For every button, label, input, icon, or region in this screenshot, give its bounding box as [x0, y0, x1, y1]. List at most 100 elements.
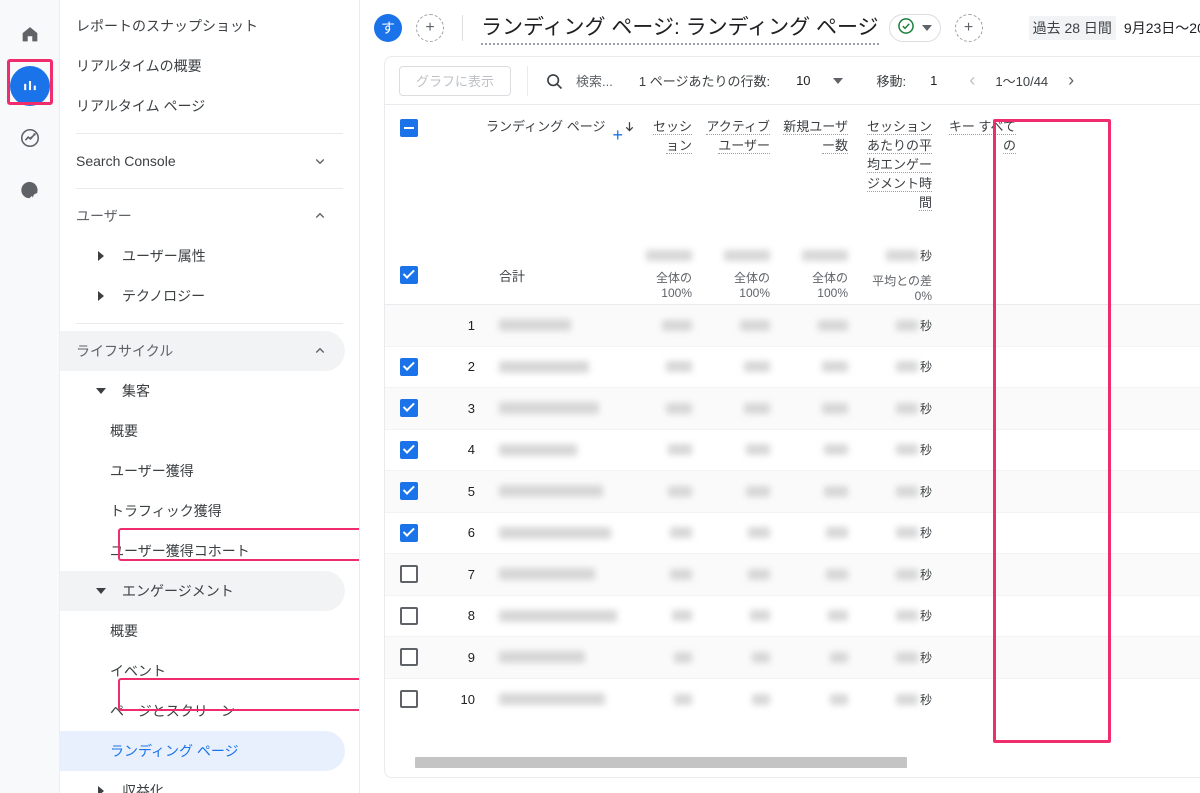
- row-index: 3: [467, 400, 475, 416]
- row-index: 2: [467, 359, 475, 375]
- chevron-up-icon: [311, 342, 329, 360]
- table-row[interactable]: 6 秒: [385, 513, 1200, 554]
- data-validity-chip[interactable]: [888, 14, 941, 42]
- redacted-value: [744, 361, 770, 373]
- add-comparison-button[interactable]: +: [416, 14, 444, 42]
- redacted-value: [666, 402, 692, 414]
- row-active-users-value: [701, 319, 779, 331]
- row-checkbox[interactable]: [400, 606, 418, 625]
- totals-row: 合計 全体の 100% 全体の 100% 全体の 100% 秒 平均との差 0%: [385, 245, 1200, 305]
- select-all-checkbox[interactable]: [400, 119, 418, 137]
- redacted-value: [670, 527, 692, 539]
- seconds-suffix: 秒: [919, 249, 932, 263]
- row-avg-engagement-value: 秒: [857, 691, 941, 708]
- home-icon[interactable]: [10, 14, 50, 54]
- previous-page-icon[interactable]: ‹: [963, 70, 981, 91]
- row-avg-engagement-value: 秒: [857, 649, 941, 666]
- add-dimension-icon[interactable]: +: [612, 125, 623, 146]
- rows-per-page-dropdown-icon[interactable]: [832, 77, 843, 84]
- page-range-label: 1〜10/44: [995, 74, 1049, 89]
- horizontal-scrollbar[interactable]: [385, 757, 1200, 769]
- redacted-value: [822, 402, 848, 414]
- sidebar-item-label: ランディング ページ: [110, 743, 239, 759]
- reports-bar-chart-icon[interactable]: [9, 66, 50, 106]
- advertising-target-icon[interactable]: [10, 170, 50, 210]
- table-row[interactable]: 3 秒: [385, 388, 1200, 430]
- seconds-suffix: 秒: [919, 692, 932, 707]
- row-sessions-value: [623, 693, 701, 705]
- row-active-users-value: [701, 527, 779, 539]
- row-checkbox[interactable]: [400, 357, 418, 376]
- table-row[interactable]: 8 秒: [385, 596, 1200, 637]
- row-new-users-value: [779, 402, 857, 414]
- active-users-summary-note: 全体の 100%: [733, 271, 770, 300]
- sidebar-item-label: トラフィック獲得: [110, 503, 222, 519]
- sidebar-item-realtime-pages[interactable]: リアルタイム ページ: [60, 86, 345, 126]
- sidebar-item-engagement-overview[interactable]: 概要: [60, 611, 345, 651]
- sidebar-item-search-console[interactable]: Search Console: [60, 141, 345, 181]
- sidebar-item-acquisition-overview[interactable]: 概要: [60, 411, 345, 451]
- table-row[interactable]: 4 秒: [385, 430, 1200, 471]
- sidebar-group-lifecycle[interactable]: ライフサイクル: [60, 331, 345, 371]
- sidebar-item-label: ユーザー獲得: [110, 463, 194, 479]
- row-checkbox[interactable]: [400, 690, 418, 709]
- sidebar-item-user-acquisition-cohort[interactable]: ユーザー獲得コホート: [60, 531, 345, 571]
- date-range-picker[interactable]: 過去 28 日間 9月23日〜20: [1028, 16, 1200, 40]
- sidebar-item-realtime-overview[interactable]: リアルタイムの概要: [60, 46, 345, 86]
- page-title: ランディング ページ: ランディング ページ: [481, 11, 879, 45]
- table-row[interactable]: 7 秒: [385, 554, 1200, 596]
- sidebar-item-user-attributes[interactable]: ユーザー属性: [60, 236, 345, 276]
- table-row[interactable]: 2 秒: [385, 347, 1200, 388]
- sidebar-item-user-acquisition[interactable]: ユーザー獲得: [60, 451, 345, 491]
- sidebar-item-events[interactable]: イベント: [60, 651, 345, 691]
- date-range-text: 9月23日〜20: [1123, 20, 1200, 36]
- sidebar-item-engagement[interactable]: エンゲージメント: [60, 571, 345, 611]
- sidebar-item-landing-page[interactable]: ランディング ページ: [60, 731, 345, 771]
- sidebar-item-technology[interactable]: テクノロジー: [60, 276, 345, 316]
- sidebar-item-pages-and-screens[interactable]: ページとスクリーン: [60, 691, 345, 731]
- nav-sidebar: レポートのスナップショット リアルタイムの概要 リアルタイム ページ Searc…: [60, 0, 360, 793]
- next-page-icon[interactable]: ›: [1062, 70, 1080, 91]
- go-to-input[interactable]: 1: [930, 73, 937, 88]
- redacted-value: [824, 485, 848, 497]
- add-filter-button[interactable]: +: [954, 14, 983, 42]
- redacted-value: [740, 319, 770, 331]
- row-checkbox[interactable]: [400, 440, 418, 459]
- search-icon[interactable]: [544, 71, 564, 91]
- sidebar-item-reports-snapshot[interactable]: レポートのスナップショット: [60, 6, 345, 46]
- sidebar-item-label: エンゲージメント: [122, 583, 234, 599]
- sidebar-item-monetization[interactable]: 収益化: [60, 771, 345, 793]
- account-avatar[interactable]: す: [374, 14, 402, 42]
- sidebar-item-acquisition[interactable]: 集客: [60, 371, 345, 411]
- table-row[interactable]: 10 秒: [385, 679, 1200, 721]
- sidebar-group-users[interactable]: ユーザー: [60, 196, 345, 236]
- explore-trending-icon[interactable]: [10, 118, 50, 158]
- row-checkbox[interactable]: [400, 565, 418, 584]
- row-checkbox[interactable]: [400, 523, 418, 542]
- search-input[interactable]: 検索...: [576, 71, 613, 90]
- table-row[interactable]: 9 秒: [385, 637, 1200, 679]
- sidebar-item-label: ユーザー属性: [122, 248, 206, 264]
- seconds-suffix: 秒: [919, 650, 932, 665]
- scrollbar-thumb[interactable]: [415, 757, 907, 768]
- totals-checkbox[interactable]: [400, 266, 418, 284]
- rows-per-page-value[interactable]: 10: [796, 73, 810, 88]
- row-checkbox[interactable]: [400, 648, 418, 667]
- totals-new-users-cell: 全体の 100%: [779, 250, 857, 300]
- table-row[interactable]: 5 秒: [385, 471, 1200, 513]
- sidebar-item-label: レポートのスナップショット: [76, 18, 258, 34]
- show-in-chart-button[interactable]: グラフに表示: [399, 65, 512, 96]
- row-dimension-value: [475, 443, 623, 456]
- row-active-users-value: [701, 610, 779, 622]
- row-checkbox[interactable]: [400, 399, 418, 418]
- key-events-header-label: キー すべての: [948, 119, 1016, 154]
- redacted-value: [830, 651, 848, 663]
- sidebar-item-traffic-acquisition[interactable]: トラフィック獲得: [60, 491, 345, 531]
- row-new-users-value: [779, 610, 857, 622]
- row-checkbox-cell: [385, 690, 433, 709]
- caret-right-icon: [96, 291, 114, 301]
- row-sessions-value: [623, 568, 701, 580]
- table-row[interactable]: 1 秒: [385, 305, 1200, 347]
- row-checkbox[interactable]: [400, 482, 418, 501]
- row-dimension-value: [475, 402, 623, 415]
